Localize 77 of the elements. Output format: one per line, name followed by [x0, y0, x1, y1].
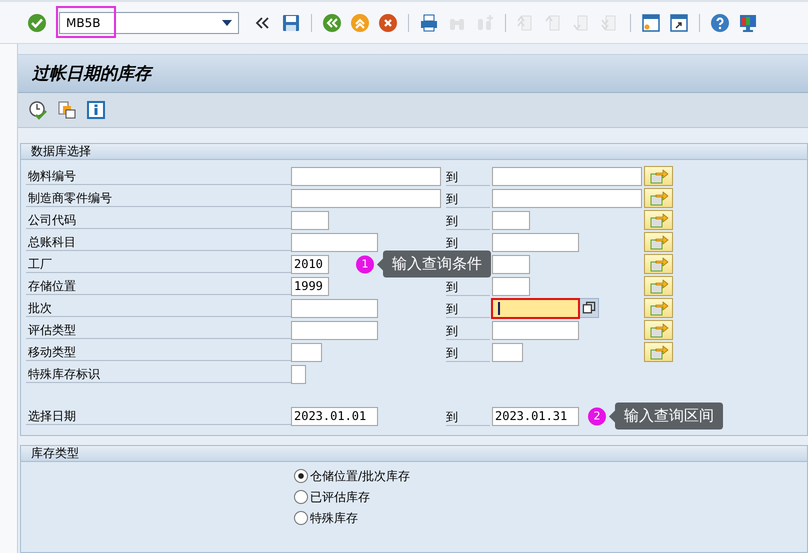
input-field[interactable]	[492, 232, 579, 252]
value-help-button[interactable]	[579, 298, 599, 318]
input-field[interactable]	[291, 166, 441, 186]
option-label[interactable]: 已评估库存	[310, 488, 370, 506]
multiple-selection-button[interactable]	[644, 320, 673, 340]
copy-icon[interactable]	[57, 100, 77, 120]
field-label: 公司代码	[26, 212, 291, 228]
field-label: 物料编号	[26, 168, 291, 184]
back-icon[interactable]	[322, 12, 342, 32]
dropdown-caret-icon[interactable]	[222, 20, 232, 26]
radio-button[interactable]	[294, 469, 308, 483]
input-field[interactable]	[291, 298, 378, 318]
input-field[interactable]	[492, 166, 642, 186]
window-icon[interactable]	[669, 12, 689, 32]
multiple-selection-button[interactable]	[644, 298, 673, 318]
multiple-selection-button[interactable]	[644, 188, 673, 208]
multiple-selection-button[interactable]	[644, 166, 673, 186]
range-label: 到	[446, 169, 490, 186]
exit-icon[interactable]	[350, 12, 370, 32]
field-label: 移动类型	[26, 344, 291, 360]
radio-button[interactable]	[294, 511, 308, 525]
input-field[interactable]	[492, 254, 530, 274]
input-field[interactable]: 2010	[291, 254, 329, 274]
input-field[interactable]	[492, 320, 579, 340]
input-field[interactable]	[492, 276, 530, 296]
range-label: 到	[446, 345, 490, 362]
command-field[interactable]: MB5B	[59, 12, 239, 34]
input-field[interactable]	[492, 210, 530, 230]
save-icon[interactable]	[281, 12, 301, 32]
tooltip: 输入查询区间	[615, 402, 723, 430]
field-label: 评估类型	[26, 322, 291, 338]
screen-title: 过帐日期的库存	[32, 62, 151, 85]
multiple-selection-button[interactable]	[644, 254, 673, 274]
input-field[interactable]: 1999	[291, 276, 329, 296]
multiple-selection-button[interactable]	[644, 342, 673, 362]
clock-check-icon[interactable]	[28, 100, 48, 120]
group-title: 数据库选择	[21, 144, 807, 160]
number-badge: 2	[588, 407, 606, 425]
info-icon[interactable]	[86, 100, 106, 120]
input-field[interactable]	[291, 188, 441, 208]
number-badge: 1	[356, 255, 374, 273]
multiple-selection-button[interactable]	[644, 210, 673, 230]
tooltip: 输入查询条件	[383, 250, 491, 278]
input-field[interactable]: 2023.01.01	[291, 406, 378, 426]
range-label: 到	[446, 301, 490, 318]
field-label: 批次	[26, 300, 291, 316]
monitor-icon[interactable]	[738, 12, 758, 32]
input-field[interactable]	[291, 342, 322, 362]
field-label: 存储位置	[26, 278, 291, 294]
input-field[interactable]	[291, 210, 329, 230]
field-label: 工厂	[26, 256, 291, 272]
option-label[interactable]: 特殊库存	[310, 510, 358, 526]
range-label: 到	[446, 409, 490, 426]
radio-button[interactable]	[294, 490, 308, 504]
field-label: 制造商零件编号	[26, 190, 291, 206]
input-field[interactable]	[291, 320, 378, 340]
input-field[interactable]	[291, 364, 306, 384]
field-label: 选择日期	[26, 408, 291, 424]
input-field[interactable]	[492, 342, 523, 362]
multiple-selection-button[interactable]	[644, 276, 673, 296]
check-icon[interactable]	[27, 12, 47, 32]
cancel-icon[interactable]	[378, 12, 398, 32]
input-field[interactable]: 2023.01.31	[492, 406, 579, 426]
field-label: 特殊库存标识	[26, 366, 291, 382]
multiple-selection-button[interactable]	[644, 232, 673, 252]
input-field[interactable]	[492, 188, 642, 208]
range-label: 到	[446, 279, 490, 296]
option-label[interactable]: 仓储位置/批次库存	[310, 468, 410, 484]
field-label: 总账科目	[26, 234, 291, 250]
input-field[interactable]	[291, 232, 378, 252]
printer-icon[interactable]	[419, 12, 439, 32]
help-icon[interactable]	[710, 12, 730, 32]
range-label: 到	[446, 213, 490, 230]
range-label: 到	[446, 191, 490, 208]
input-field[interactable]	[492, 298, 579, 318]
range-label: 到	[446, 323, 490, 340]
group-title: 库存类型	[21, 446, 807, 462]
